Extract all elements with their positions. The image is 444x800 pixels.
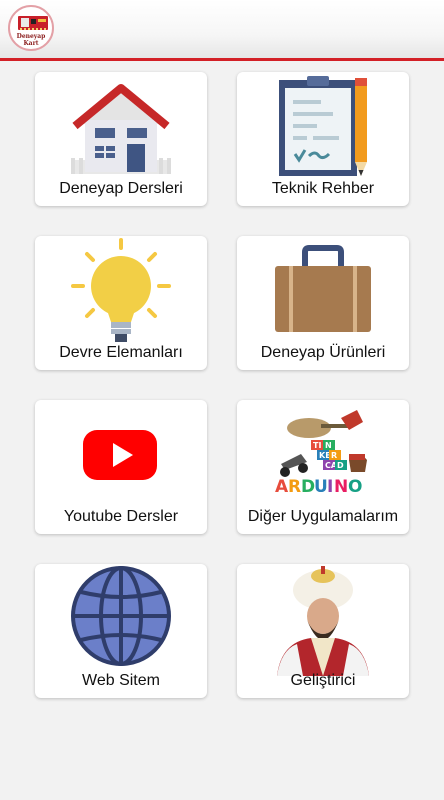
app-header: Deneyap Kart (0, 0, 444, 61)
svg-text:O: O (348, 477, 362, 497)
menu-card-label: Devre Elemanları (59, 344, 183, 361)
menu-card-label: Deneyap Ürünleri (260, 344, 386, 361)
svg-text:TI: TI (313, 441, 321, 450)
deneyap-logo[interactable]: Deneyap Kart (8, 5, 54, 51)
svg-text:R: R (331, 451, 337, 460)
menu-card-label: Deneyap Dersleri (59, 180, 183, 197)
svg-text:KE: KE (319, 451, 331, 460)
globe-icon (71, 566, 171, 666)
clipboard-pencil-icon (279, 76, 367, 176)
lightbulb-icon (71, 238, 171, 342)
menu-card-label: Teknik Rehber (271, 180, 375, 197)
svg-text:R: R (288, 477, 301, 497)
menu-card-youtube-dersler[interactable]: Youtube Dersler (35, 400, 207, 534)
menu-card-label: Diğer Uygulamalarım (247, 508, 399, 525)
menu-card-diger-uygulamalarim[interactable]: TI N KE R CA D A R D U I N O Diğer Uygul… (237, 400, 409, 534)
logo-subtitle: Kart (23, 40, 39, 47)
menu-card-label: Youtube Dersler (63, 508, 179, 525)
menu-card-label: Geliştirici (290, 672, 356, 689)
menu-card-gelistirici[interactable]: Geliştirici (237, 564, 409, 698)
menu-card-devre-elemanlari[interactable]: Devre Elemanları (35, 236, 207, 370)
youtube-icon (83, 430, 157, 480)
menu-card-deneyap-dersleri[interactable]: Deneyap Dersleri (35, 72, 207, 206)
developer-portrait-icon (277, 566, 369, 676)
svg-text:D: D (337, 461, 344, 470)
menu-card-deneyap-urunleri[interactable]: Deneyap Ürünleri (237, 236, 409, 370)
menu-card-web-sitem[interactable]: Web Sitem (35, 564, 207, 698)
svg-text:A: A (275, 477, 289, 497)
menu-card-label: Web Sitem (82, 672, 160, 689)
svg-text:N: N (325, 441, 332, 450)
svg-text:I: I (327, 477, 333, 497)
svg-text:U: U (314, 477, 328, 497)
menu-card-teknik-rehber[interactable]: Teknik Rehber (237, 72, 409, 206)
tinkercad-arduino-icon: TI N KE R CA D A R D U I N O (275, 410, 367, 497)
logo-title: Deneyap (16, 33, 46, 40)
briefcase-icon (275, 245, 371, 332)
house-icon (71, 84, 171, 174)
svg-text:D: D (301, 477, 315, 497)
svg-text:N: N (334, 477, 348, 497)
